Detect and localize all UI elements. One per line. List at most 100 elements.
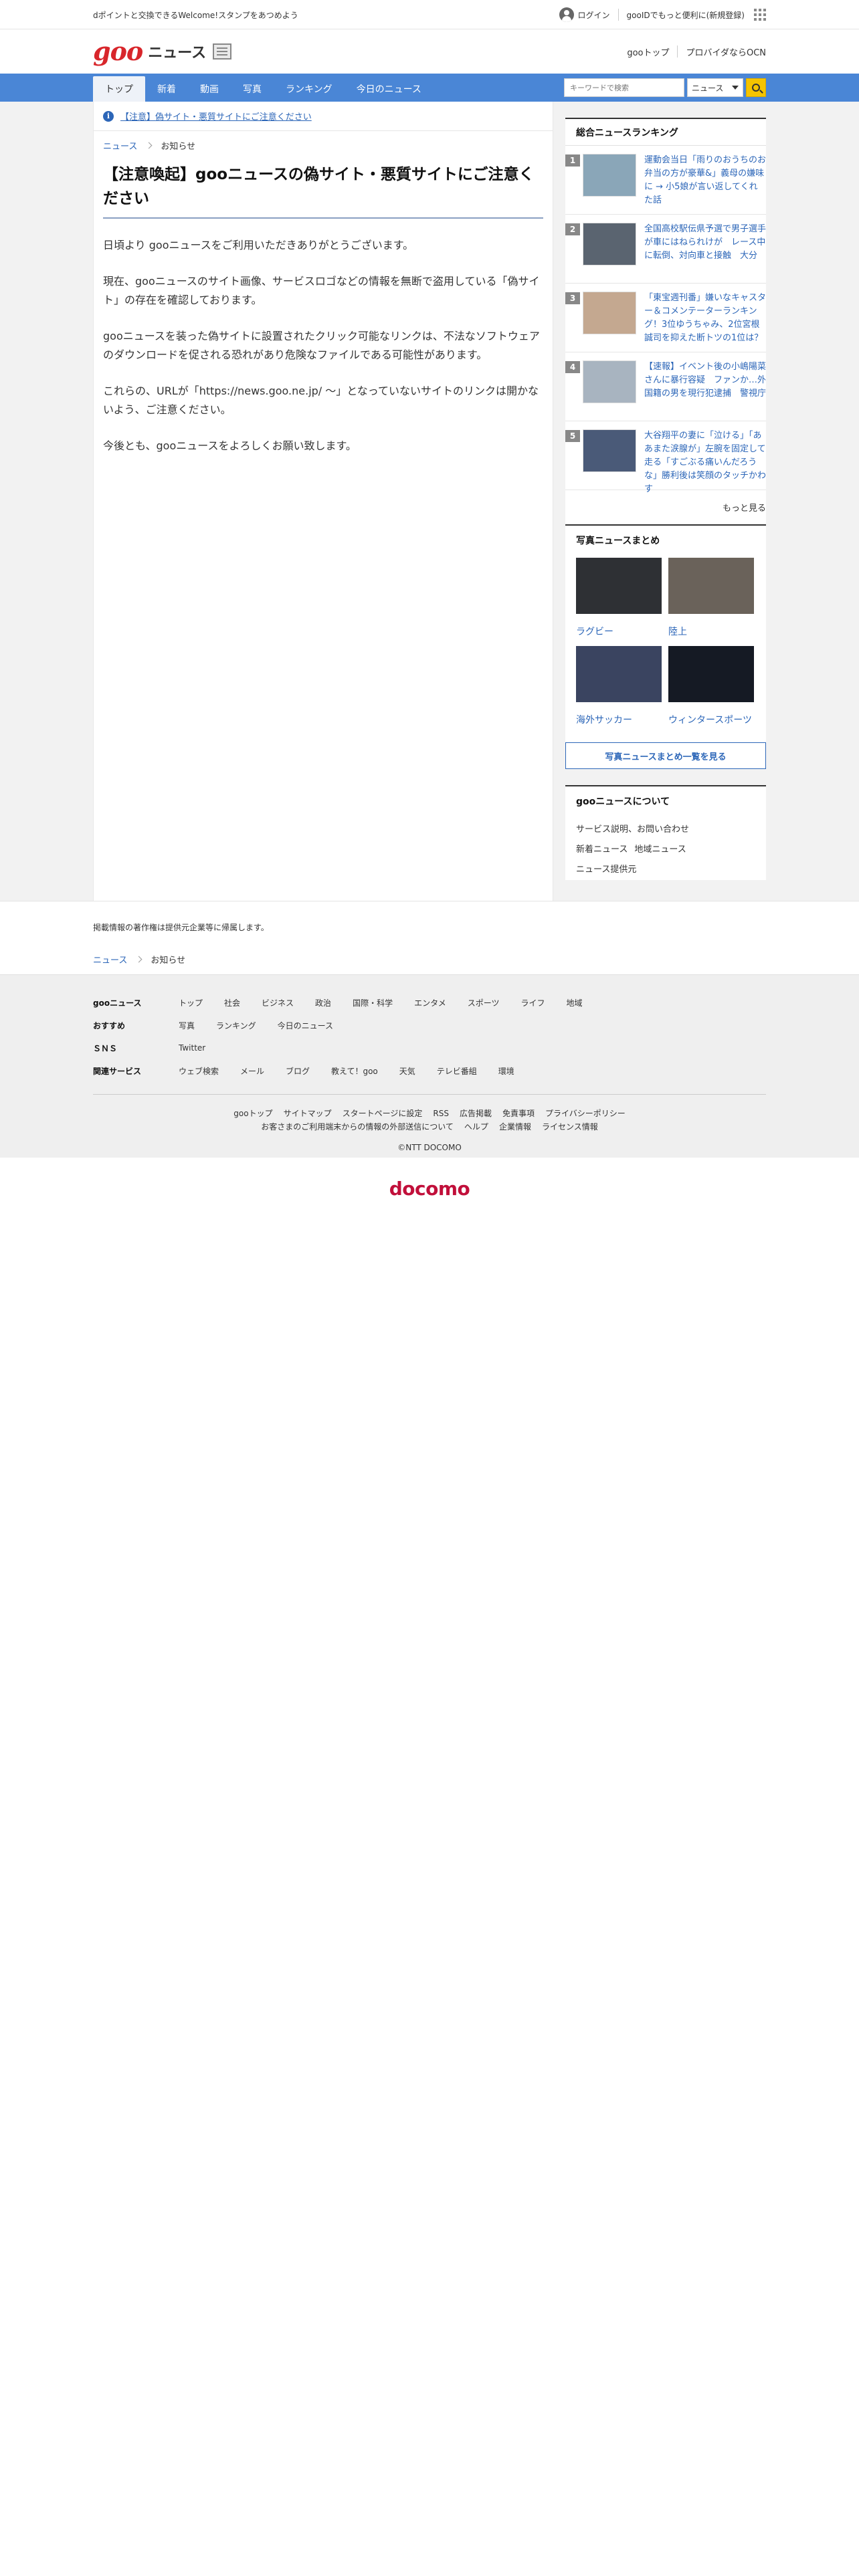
search-button[interactable] — [746, 78, 766, 97]
footer-link[interactable]: ヘルプ — [464, 1122, 488, 1132]
breadcrumb-news-link[interactable]: ニュース — [103, 139, 137, 152]
copyright-note-section: 掲載情報の著作権は提供元企業等に帰属します。 ニュース お知らせ — [0, 901, 859, 974]
warning-notice: i 【注意】偽サイト・悪質サイトにご注意ください — [94, 102, 553, 131]
photo-thumbnail — [668, 558, 754, 614]
footer-link[interactable]: スポーツ — [468, 998, 500, 1008]
ranking-box: 総合ニュースランキング 1 運動会当日「雨りのおうちのお弁当の方が豪華&」義母の嫌… — [565, 118, 766, 524]
ranking-thumbnail — [583, 360, 636, 403]
about-box: gooニュースについて サービス説明、お問い合わせ 新着ニュース 地域ニュース ニ… — [565, 785, 766, 880]
chevron-right-icon — [135, 956, 142, 963]
docomo-logo[interactable]: docomo — [389, 1178, 470, 1200]
footer-link[interactable]: 免責事項 — [502, 1109, 535, 1118]
photo-list-button[interactable]: 写真ニュースまとめ一覧を見る — [565, 742, 766, 769]
tab-today[interactable]: 今日のニュース — [345, 76, 434, 102]
ranking-item[interactable]: 1 運動会当日「雨りのおうちのお弁当の方が豪華&」義母の嫌味に → 小5娘が言い返… — [565, 146, 766, 215]
footer-link[interactable]: 今日のニュース — [278, 1021, 333, 1031]
photo-item[interactable]: ウィンタースポーツ — [668, 646, 754, 726]
photo-news-box: 写真ニュースまとめ ラグビー 陸上 海外サッカー ウィンタースポーツ 写真ニュースまと… — [565, 524, 766, 769]
photo-thumbnail — [668, 646, 754, 702]
goo-top-link[interactable]: gooトップ — [627, 45, 669, 58]
footer-link[interactable]: ライセンス情報 — [542, 1122, 598, 1132]
tab-latest[interactable]: 新着 — [145, 76, 188, 102]
footer-link[interactable]: ランキング — [216, 1021, 256, 1031]
breadcrumb-current: お知らせ — [161, 142, 196, 152]
login-link[interactable]: ログイン — [559, 7, 610, 22]
footer-link[interactable]: 環境 — [498, 1067, 514, 1076]
service-info-link[interactable]: サービス説明、お問い合わせ — [576, 825, 689, 835]
app-grid-icon[interactable] — [754, 9, 766, 21]
footer-link[interactable]: お客さまのご利用端末からの情報の外部送信について — [261, 1122, 454, 1132]
ranking-thumbnail — [583, 154, 636, 197]
breadcrumb: ニュース お知らせ — [94, 131, 553, 152]
article-paragraph: これらの、URLが「https://news.goo.ne.jp/ 〜」となって… — [103, 385, 539, 416]
footer-link[interactable]: スタートページに設定 — [343, 1109, 423, 1118]
footer-link[interactable]: 地域 — [567, 998, 583, 1008]
footer-link[interactable]: ライフ — [520, 998, 545, 1008]
ranking-item[interactable]: 5 大谷翔平の妻に「泣ける」「ああまた涙腺が」左腕を固定して走る「すごぶる痛いんだ… — [565, 421, 766, 494]
tab-photo[interactable]: 写真 — [231, 76, 274, 102]
photo-thumbnail — [576, 558, 662, 614]
register-link[interactable]: gooIDでもっと便利に(新規登録) — [627, 9, 745, 21]
footer-link[interactable]: サイトマップ — [284, 1109, 332, 1118]
ranking-item[interactable]: 4 【速報】イベント後の小嶋陽菜さんに暴行容疑 ファンか…外国籍の男を現行犯逮捕 … — [565, 352, 766, 421]
goo-news-logo[interactable]: goo ニュース — [93, 39, 232, 64]
more-link[interactable]: もっと見る — [565, 490, 766, 524]
notice-link[interactable]: 【注意】偽サイト・悪質サイトにご注意ください — [120, 110, 312, 122]
footer-row-label: gooニュース — [93, 998, 142, 1008]
footer-link[interactable]: 写真 — [179, 1021, 195, 1031]
ranking-thumbnail — [583, 292, 636, 334]
breadcrumb-current: お知らせ — [151, 956, 186, 966]
tab-ranking[interactable]: ランキング — [274, 76, 345, 102]
footer-link[interactable]: ウェブ検索 — [179, 1067, 219, 1076]
footer-link[interactable]: 企業情報 — [499, 1122, 531, 1132]
local-news-link[interactable]: 地域ニュース — [634, 845, 686, 855]
ranking-headline: 「東宝週刊番」嫌いなキャスター＆コメンテーターランキング！3位ゆうちゃみ、2位宮… — [644, 293, 767, 343]
tab-video[interactable]: 動画 — [188, 76, 231, 102]
search-icon — [752, 84, 760, 92]
header-links: gooトップ プロバイダならOCN — [627, 45, 766, 58]
tab-top[interactable]: トップ — [93, 76, 145, 102]
photo-item[interactable]: 陸上 — [668, 558, 754, 638]
ocn-link[interactable]: プロバイダならOCN — [686, 45, 766, 58]
rank-number: 1 — [565, 154, 580, 167]
copyright-note: 掲載情報の著作権は提供元企業等に帰属します。 — [93, 923, 269, 932]
footer-link[interactable]: 広告掲載 — [460, 1109, 492, 1118]
latest-news-link[interactable]: 新着ニュース — [576, 845, 628, 855]
footer-link[interactable]: ビジネス — [262, 998, 294, 1008]
footer-link[interactable]: メール — [240, 1067, 264, 1076]
user-icon — [559, 7, 574, 22]
footer-link[interactable]: エンタメ — [414, 998, 446, 1008]
divider — [617, 9, 619, 21]
footer-link[interactable]: 政治 — [315, 998, 331, 1008]
footer-link[interactable]: 社会 — [224, 998, 240, 1008]
footer-link[interactable]: 国際・科学 — [353, 998, 393, 1008]
footer-link[interactable]: gooトップ — [233, 1109, 272, 1118]
footer-link[interactable]: Twitter — [179, 1043, 205, 1053]
photo-item[interactable]: 海外サッカー — [576, 646, 662, 726]
ranking-list: 1 運動会当日「雨りのおうちのお弁当の方が豪華&」義母の嫌味に → 小5娘が言い返… — [565, 146, 766, 494]
footer-link[interactable]: RSS — [433, 1109, 449, 1118]
footer-link[interactable]: プライバシーポリシー — [545, 1109, 626, 1118]
footer-link[interactable]: トップ — [179, 998, 203, 1008]
photo-item[interactable]: ラグビー — [576, 558, 662, 638]
ranking-item[interactable]: 2 全国高校駅伝県予選で男子選手が車にはねられけが レース中に転倒、対向車と接触 … — [565, 215, 766, 284]
article-title: 【注意喚起】gooニュースの偽サイト・悪質サイトにご注意ください — [103, 163, 543, 219]
sidebar: 総合ニュースランキング 1 運動会当日「雨りのおうちのお弁当の方が豪華&」義母の嫌… — [565, 102, 766, 901]
footer-link[interactable]: ブログ — [286, 1067, 310, 1076]
site-name: ニュース — [148, 45, 207, 62]
footer-link[interactable]: 教えて！goo — [331, 1067, 378, 1076]
footer-links-secondary: お客さまのご利用端末からの情報の外部送信について ヘルプ 企業情報 ライセンス情報 — [93, 1120, 766, 1134]
site-header: goo ニュース gooトップ プロバイダならOCN — [0, 29, 859, 74]
footer-link[interactable]: テレビ番組 — [437, 1067, 477, 1076]
stamp-promo-link[interactable]: dポイントと交換できるWelcome!スタンプをあつめよう — [93, 9, 298, 21]
divider — [677, 45, 678, 58]
breadcrumb-news-link[interactable]: ニュース — [93, 953, 127, 966]
ranking-item[interactable]: 3 「東宝週刊番」嫌いなキャスター＆コメンテーターランキング！3位ゆうちゃみ、2位… — [565, 284, 766, 352]
footer-link[interactable]: 天気 — [399, 1067, 415, 1076]
footer-row-label: ＳＮＳ — [93, 1043, 118, 1053]
search-scope-select[interactable]: ニュース — [687, 78, 743, 97]
docomo-logo-area: docomo — [0, 1168, 859, 1208]
search-input[interactable] — [564, 78, 684, 97]
news-providers-link[interactable]: ニュース提供元 — [576, 865, 636, 875]
rank-number: 2 — [565, 223, 580, 235]
